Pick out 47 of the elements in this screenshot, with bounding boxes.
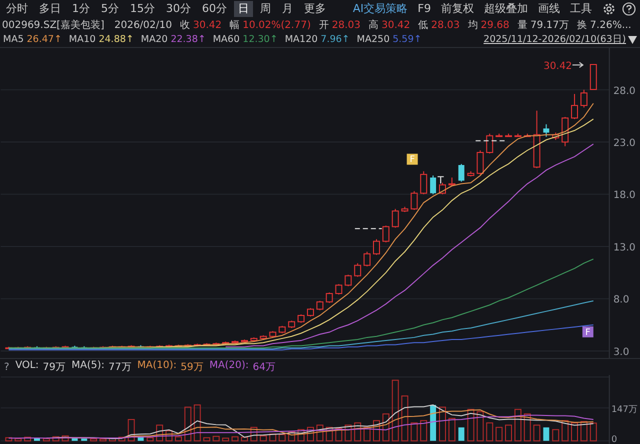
- volume-legend-label: VOL:: [15, 360, 39, 374]
- quote-value: 7.26%...: [590, 20, 632, 31]
- ma-value: 12.30↑: [242, 34, 278, 46]
- quote-label: 低: [418, 19, 428, 32]
- quote-date: 2026/02/10: [114, 20, 172, 31]
- quote-label: 高: [368, 18, 378, 32]
- ma-label: MA20: [140, 34, 168, 46]
- quote-value: 79.17万: [530, 19, 570, 32]
- volume-legend-value: 77万: [108, 361, 132, 374]
- quote-label: 换: [577, 19, 588, 32]
- quote-label: 量: [517, 19, 528, 32]
- quote-value: 10.02%(2.77): [242, 20, 311, 31]
- stock-code: 002969.SZ[嘉美包装]: [2, 18, 104, 32]
- ma-value: 24.88↑: [98, 34, 134, 46]
- volume-legend-label: MA(5):: [72, 360, 105, 374]
- axis-label: 8.0: [613, 294, 630, 306]
- axis-label: 13.0: [613, 242, 636, 254]
- quote-value: 28.03: [332, 20, 360, 31]
- ma-value: 7.96↑: [320, 34, 350, 46]
- axis-label: 23.0: [613, 138, 636, 149]
- volume-legend-label: MA(20):: [209, 360, 249, 374]
- quote-label: 均: [468, 19, 478, 32]
- quote-value: 30.42: [381, 20, 410, 31]
- quote-value: 28.03: [431, 20, 460, 31]
- ma-label: MA10: [68, 34, 96, 46]
- ma-label: MA250: [356, 34, 390, 46]
- volume-legend-value: 59万: [180, 361, 204, 374]
- quote-label: 开: [318, 19, 329, 32]
- axis-label: 28.0: [613, 86, 636, 97]
- ma-label: MA60: [212, 34, 240, 46]
- quote-label: 收: [180, 19, 190, 32]
- volume-legend-value: 79万: [42, 361, 66, 374]
- last-price-label: 30.42: [544, 60, 572, 72]
- axis-label: 18.0: [613, 190, 636, 202]
- ma-value: 5.59↑: [392, 34, 422, 46]
- ma-value: 26.47↑: [26, 34, 62, 46]
- ma-label: MA120: [284, 34, 318, 46]
- axis-label: 0: [611, 435, 618, 444]
- volume-legend-value: 64万: [252, 361, 276, 374]
- axis-label: 3.0: [613, 346, 630, 358]
- quote-label: 幅: [230, 19, 240, 32]
- volume-legend-label: MA(10):: [137, 360, 177, 374]
- quote-value: 30.42: [193, 20, 222, 31]
- ma-label: MA5: [3, 34, 24, 46]
- ma-value: 22.38↑: [170, 34, 206, 46]
- axis-label: 147万: [611, 405, 638, 415]
- quote-value: 29.68: [480, 20, 510, 31]
